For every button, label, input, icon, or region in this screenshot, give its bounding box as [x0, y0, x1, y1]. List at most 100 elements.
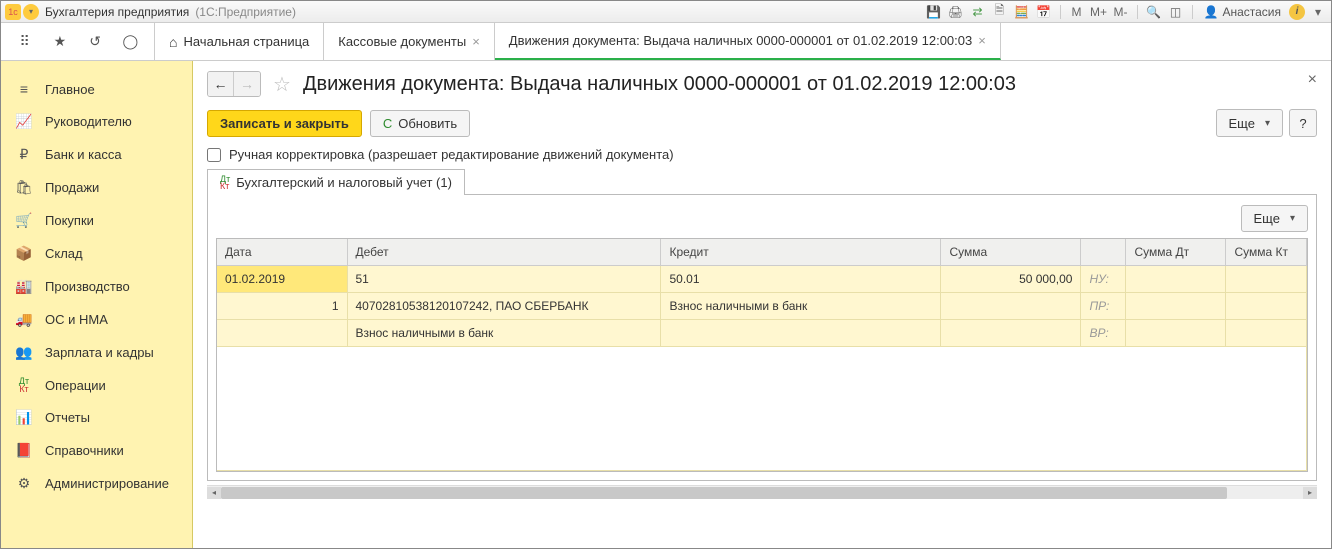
cell-empty[interactable] [941, 320, 1081, 347]
horizontal-scrollbar[interactable]: ◂ ▸ [207, 485, 1317, 499]
cell-amount[interactable]: 50 000,00 [941, 266, 1081, 293]
sidebar-item-label: Главное [45, 82, 95, 97]
more-label: Еще [1229, 116, 1255, 131]
favorite-icon[interactable]: ★ [51, 33, 69, 51]
cell-empty[interactable] [941, 293, 1081, 320]
sidebar-item-operations[interactable]: ДтКтОперации [1, 369, 192, 401]
close-icon[interactable]: × [978, 33, 986, 48]
cell-sum-kt[interactable] [1226, 293, 1307, 320]
info-dropdown[interactable]: ▾ [1309, 3, 1327, 21]
cell-tag-pr[interactable]: ПР: [1081, 293, 1126, 320]
manual-edit-checkbox[interactable] [207, 148, 221, 162]
col-sum-dt[interactable]: Сумма Дт [1126, 239, 1226, 266]
table-more-button[interactable]: Еще▾ [1241, 205, 1308, 232]
sidebar-item-payroll[interactable]: 👥Зарплата и кадры [1, 336, 192, 369]
user-icon: 👤 [1204, 5, 1219, 19]
table-row[interactable]: 01.02.2019 51 50.01 50 000,00 НУ: [217, 266, 1307, 293]
favorite-star-icon[interactable]: ☆ [269, 72, 295, 97]
accounting-tab-label: Бухгалтерский и налоговый учет (1) [236, 175, 452, 190]
search-icon[interactable]: 🔍 [1145, 3, 1163, 21]
scroll-left-icon[interactable]: ◂ [207, 487, 221, 499]
col-sum-kt[interactable]: Сумма Кт [1226, 239, 1307, 266]
table-row[interactable]: Взнос наличными в банк ВР: [217, 320, 1307, 347]
sidebar-item-manager[interactable]: 📈Руководителю [1, 105, 192, 138]
cell-sum-kt[interactable] [1226, 320, 1307, 347]
sidebar-item-warehouse[interactable]: 📦Склад [1, 237, 192, 270]
accounting-tab[interactable]: ДтКт Бухгалтерский и налоговый учет (1) [207, 169, 465, 195]
cell-line-no[interactable]: 1 [217, 293, 347, 320]
close-icon[interactable]: × [472, 34, 480, 49]
sidebar-item-label: Операции [45, 378, 106, 393]
nav-buttons: ← → [207, 71, 261, 97]
table-area: Еще▾ Дата Дебет Кредит Сумма Сумма Дт Су… [207, 195, 1317, 481]
sidebar-item-reports[interactable]: 📊Отчеты [1, 401, 192, 434]
close-document-icon[interactable]: × [1308, 71, 1317, 89]
refresh-button[interactable]: СОбновить [370, 110, 470, 137]
sidebar-item-production[interactable]: 🏭Производство [1, 270, 192, 303]
memory-m-minus[interactable]: M- [1112, 3, 1130, 21]
history-icon[interactable]: ↺ [86, 33, 104, 51]
tab-cash-documents[interactable]: Кассовые документы × [324, 23, 495, 60]
calendar-icon[interactable]: 📅 [1035, 3, 1053, 21]
cell-sum-dt[interactable] [1126, 293, 1226, 320]
compare-icon[interactable]: ⇄ [969, 3, 987, 21]
save-icon[interactable]: 💾 [925, 3, 943, 21]
cell-debit-account[interactable]: 51 [347, 266, 661, 293]
scroll-thumb[interactable] [221, 487, 1227, 499]
cell-sum-dt[interactable] [1126, 266, 1226, 293]
scroll-right-icon[interactable]: ▸ [1303, 487, 1317, 499]
col-credit[interactable]: Кредит [661, 239, 941, 266]
nav-forward-button[interactable]: → [234, 72, 260, 96]
apps-icon[interactable]: ⠿ [16, 33, 34, 51]
sidebar-item-sales[interactable]: 🛍Продажи [1, 171, 192, 204]
sidebar-item-assets[interactable]: 🚚ОС и НМА [1, 303, 192, 336]
help-button[interactable]: ? [1289, 109, 1317, 137]
dtkt-icon: ДтКт [220, 176, 230, 190]
col-sum[interactable]: Сумма [941, 239, 1081, 266]
col-debit[interactable]: Дебет [347, 239, 661, 266]
tab-home[interactable]: ⌂ Начальная страница [155, 23, 324, 60]
col-date[interactable]: Дата [217, 239, 347, 266]
cell-tag-nu[interactable]: НУ: [1081, 266, 1126, 293]
col-blank[interactable] [1081, 239, 1126, 266]
print-icon[interactable]: 🖨 [947, 3, 965, 21]
tab-home-label: Начальная страница [183, 34, 309, 49]
info-icon[interactable]: i [1289, 4, 1305, 20]
bag-icon: 🛍 [15, 179, 33, 196]
cell-sum-kt[interactable] [1226, 266, 1307, 293]
sidebar-item-purchases[interactable]: 🛒Покупки [1, 204, 192, 237]
sidebar-item-bank[interactable]: ₽Банк и касса [1, 138, 192, 171]
tab-label: Движения документа: Выдача наличных 0000… [509, 33, 972, 48]
tab-document-movements[interactable]: Движения документа: Выдача наличных 0000… [495, 23, 1001, 60]
cell-credit-account[interactable]: 50.01 [661, 266, 941, 293]
help-label: ? [1299, 116, 1306, 131]
document-title: Движения документа: Выдача наличных 0000… [303, 73, 1016, 96]
memory-m[interactable]: M [1068, 3, 1086, 21]
scroll-track[interactable] [221, 487, 1303, 499]
more-button[interactable]: Еще▾ [1216, 109, 1283, 137]
cell-date[interactable]: 01.02.2019 [217, 266, 347, 293]
save-and-close-button[interactable]: Записать и закрыть [207, 110, 362, 137]
save-and-close-label: Записать и закрыть [220, 116, 349, 131]
cell-debit-detail[interactable]: 40702810538120107242, ПАО СБЕРБАНК [347, 293, 661, 320]
memory-m-plus[interactable]: M+ [1090, 3, 1108, 21]
cell-debit-desc[interactable]: Взнос наличными в банк [347, 320, 661, 347]
sidebar-item-references[interactable]: 📕Справочники [1, 434, 192, 467]
cell-empty[interactable] [661, 320, 941, 347]
cell-tag-vr[interactable]: ВР: [1081, 320, 1126, 347]
accounting-grid: Дата Дебет Кредит Сумма Сумма Дт Сумма К… [216, 238, 1308, 472]
table-row[interactable]: 1 40702810538120107242, ПАО СБЕРБАНК Взн… [217, 293, 1307, 320]
sidebar-item-label: Руководителю [45, 114, 132, 129]
cell-sum-dt[interactable] [1126, 320, 1226, 347]
nav-back-button[interactable]: ← [208, 72, 234, 96]
sidebar-item-main[interactable]: ≡Главное [1, 73, 192, 105]
notifications-icon[interactable]: ◯ [121, 33, 139, 51]
cell-credit-detail[interactable]: Взнос наличными в банк [661, 293, 941, 320]
calculator-icon[interactable]: 🧮 [1013, 3, 1031, 21]
app-menu-dropdown[interactable]: ▾ [23, 4, 39, 20]
cell-empty[interactable] [217, 320, 347, 347]
panels-icon[interactable]: ◫ [1167, 3, 1185, 21]
user-label[interactable]: 👤 Анастасия [1200, 5, 1286, 19]
sidebar-item-admin[interactable]: ⚙Администрирование [1, 467, 192, 500]
print-preview-icon[interactable]: 🗎 [991, 3, 1009, 21]
